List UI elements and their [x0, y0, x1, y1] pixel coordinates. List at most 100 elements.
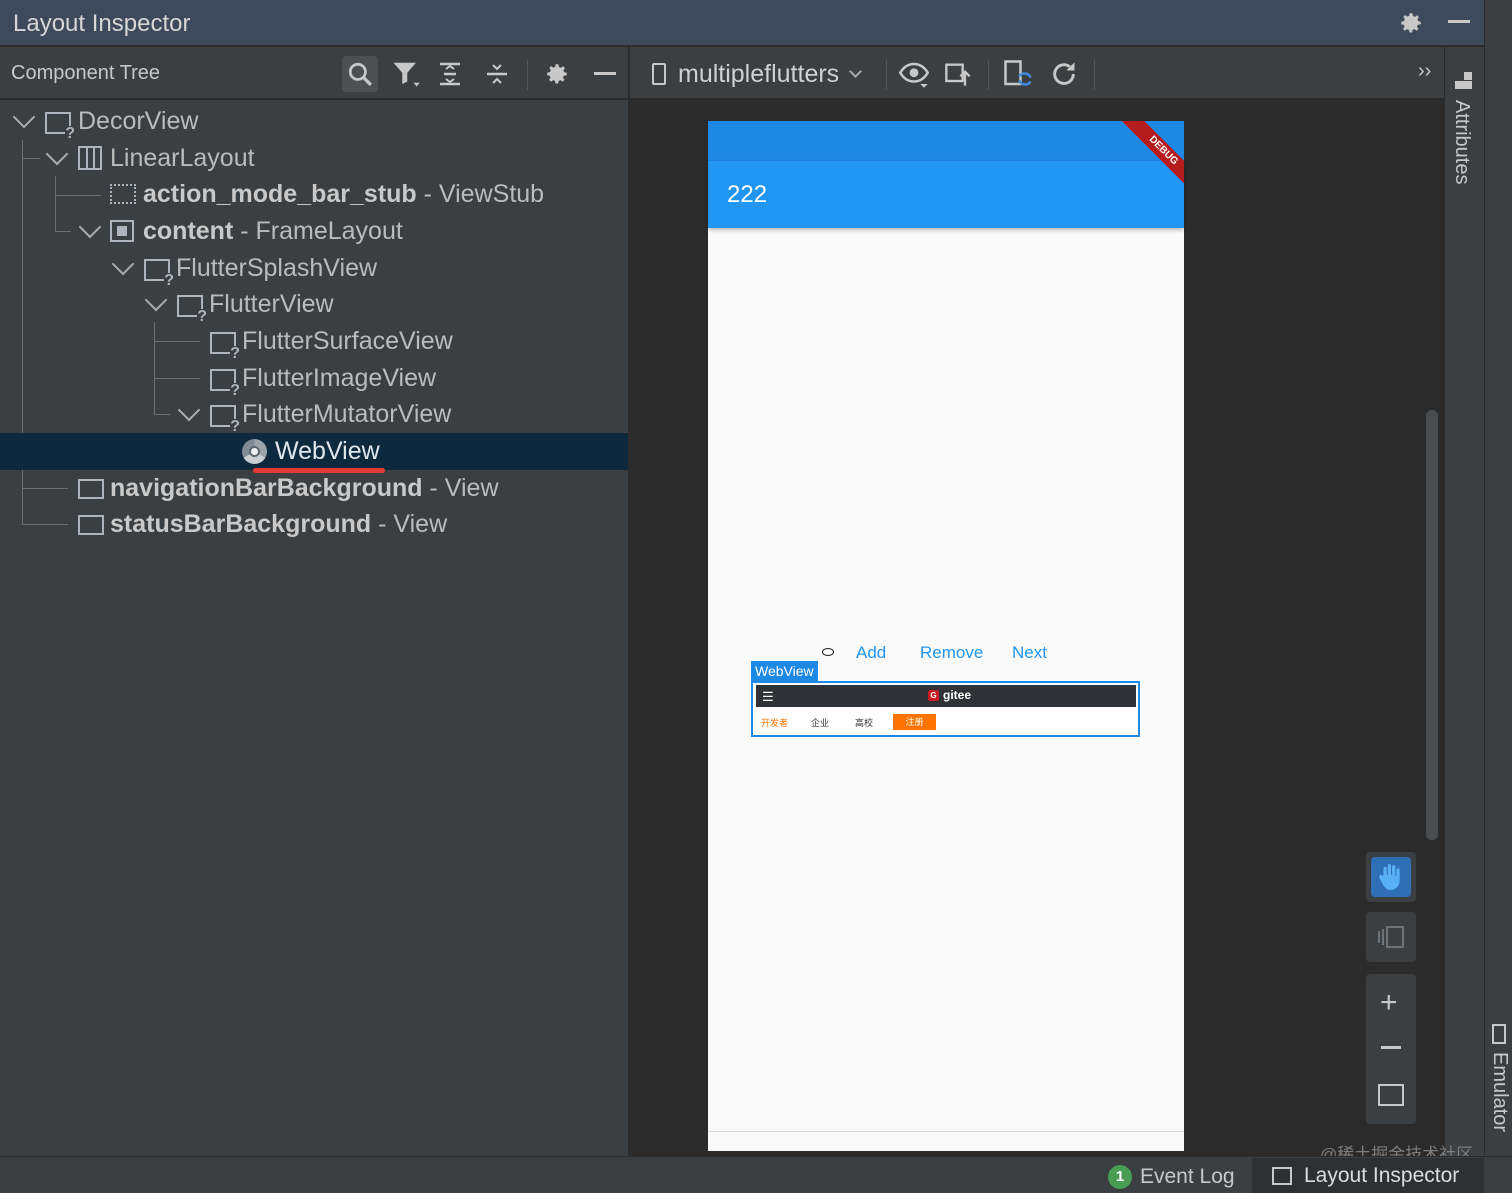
webview-signup-button[interactable]: 注册 [893, 714, 936, 730]
attributes-tab[interactable]: Attributes [1450, 100, 1473, 184]
webview-nav-school[interactable]: 高校 [855, 716, 873, 729]
tree-node-name: FlutterSplashView [176, 254, 378, 282]
minimize-icon[interactable] [1448, 20, 1470, 23]
search-icon[interactable] [342, 56, 378, 92]
gitee-logo-icon: G [928, 690, 939, 701]
emulator-icon[interactable] [1492, 1024, 1506, 1044]
collapse-all-icon[interactable] [479, 56, 515, 92]
pan-button[interactable] [1366, 852, 1416, 902]
remove-button[interactable]: Remove [920, 643, 983, 663]
layout-inspector-icon [1272, 1166, 1292, 1185]
zoom-out-icon[interactable] [1381, 1046, 1401, 1049]
edge-tool-strip [1484, 0, 1512, 1156]
layers-button[interactable] [1366, 912, 1416, 962]
debug-banner-label: DEBUG [1118, 121, 1184, 191]
tree-node-name: statusBarBackground [110, 510, 372, 538]
webview-header: ☰ G gitee [756, 685, 1136, 707]
chevron-down-icon[interactable] [111, 252, 135, 276]
tree-node-name: navigationBarBackground [110, 474, 423, 502]
title-bar: Layout Inspector [0, 0, 1484, 46]
tree-row-content[interactable]: content - FrameLayout [0, 213, 628, 250]
tree-row-flutterview[interactable]: FlutterView [0, 286, 628, 325]
tree-node-name: WebView [275, 437, 380, 465]
tree-node-name: action_mode_bar_stub [143, 180, 417, 208]
add-button[interactable]: Add [856, 643, 886, 663]
chevron-down-icon [849, 64, 863, 78]
view-unknown-icon [177, 295, 208, 325]
toolbar-separator [886, 60, 887, 90]
device-screen[interactable]: 222 DEBUG Add Remove Next WebView ☰ G gi… [708, 121, 1184, 1151]
tree-node-text: navigationBarBackground - View [110, 474, 499, 503]
tree-node-type: View [393, 510, 448, 538]
chevron-down-icon[interactable] [45, 142, 69, 166]
event-log-tab[interactable]: 1 Event Log [1108, 1164, 1235, 1190]
webview-nav-enterprise[interactable]: 企业 [811, 716, 829, 729]
tree-node-type: ViewStub [438, 180, 545, 208]
right-tool-strip [1444, 47, 1484, 1156]
eye-icon[interactable] [896, 56, 932, 92]
gear-icon[interactable] [539, 56, 575, 92]
process-selector[interactable]: multipleflutters [678, 58, 863, 90]
menu-icon[interactable]: ☰ [762, 689, 774, 705]
event-log-label: Event Log [1140, 1165, 1235, 1188]
tree-row-fluttersurfaceview[interactable]: FlutterSurfaceView [0, 323, 628, 362]
device-icon [652, 63, 666, 85]
tree-row-action-mode-bar-stub[interactable]: action_mode_bar_stub - ViewStub [0, 176, 628, 213]
next-button[interactable]: Next [1012, 643, 1047, 663]
toolbar-separator [1094, 60, 1095, 90]
tree-node-name: content [143, 217, 234, 245]
view-icon [78, 479, 104, 499]
chrome-icon [242, 439, 267, 464]
webview-tag: WebView [751, 661, 818, 681]
attributes-icon[interactable] [1455, 72, 1473, 90]
webview-frame[interactable]: ☰ G gitee 开发者 企业 高校 注册 [751, 681, 1140, 737]
tree-row-fluttersplashview[interactable]: FlutterSplashView [0, 250, 628, 289]
layout-inspector-tab[interactable]: Layout Inspector [1252, 1158, 1484, 1193]
expand-all-icon[interactable] [432, 56, 468, 92]
process-label: multipleflutters [678, 59, 840, 88]
settings-icon[interactable] [1398, 10, 1424, 36]
tree-node-name: FlutterMutatorView [242, 400, 452, 428]
chevron-down-icon[interactable] [177, 398, 201, 422]
zoom-in-icon[interactable]: + [1380, 986, 1398, 1020]
chevron-down-icon[interactable] [12, 105, 36, 129]
fit-screen-icon[interactable] [1378, 1084, 1404, 1106]
toolbar-separator [988, 60, 989, 90]
layout-inspector-label: Layout Inspector [1304, 1163, 1460, 1187]
window-title: Layout Inspector [13, 10, 191, 37]
chevron-down-icon[interactable] [144, 288, 168, 312]
view-unknown-icon [210, 369, 241, 399]
tree-node-sep: - [371, 510, 394, 538]
debug-banner: DEBUG [708, 121, 1184, 191]
gitee-brand: gitee [943, 688, 972, 702]
hand-icon [1371, 857, 1411, 897]
snapshot-icon[interactable] [940, 56, 976, 92]
more-icon[interactable]: ›› [1418, 60, 1431, 83]
view-unknown-icon [144, 259, 175, 289]
tree-row-fluttermutatorview[interactable]: FlutterMutatorView [0, 396, 628, 435]
filter-icon[interactable] [388, 56, 424, 92]
canvas-scrollbar[interactable] [1426, 410, 1438, 840]
view-unknown-icon [45, 112, 76, 142]
tree-row-linearlayout[interactable]: LinearLayout [0, 140, 628, 177]
hide-panel-icon[interactable] [594, 72, 616, 75]
live-updates-icon[interactable] [1000, 56, 1036, 92]
tree-node-name: FlutterImageView [242, 364, 437, 392]
refresh-icon[interactable] [1046, 56, 1082, 92]
emulator-tab[interactable]: Emulator [1488, 1052, 1511, 1132]
event-log-count: 1 [1108, 1165, 1132, 1189]
toolbar-separator [527, 60, 528, 90]
tree-node-sep: - [233, 217, 256, 245]
tree-row-statusbarbackground[interactable]: statusBarBackground - View [0, 506, 628, 543]
chevron-down-icon[interactable] [78, 215, 102, 239]
device-bottom-divider [708, 1131, 1184, 1132]
component-tree-label: Component Tree [11, 62, 160, 84]
tree-row-webview[interactable]: WebView [0, 433, 628, 470]
tree-node-name: FlutterSurfaceView [242, 327, 453, 355]
webview-nav-developer[interactable]: 开发者 [761, 716, 788, 729]
tree-row-navigationbarbackground[interactable]: navigationBarBackground - View [0, 470, 628, 507]
tree-row-flutterimageview[interactable]: FlutterImageView [0, 360, 628, 399]
tree-row-decorview[interactable]: DecorView [0, 103, 628, 142]
tree-node-sep: - [422, 474, 445, 502]
tree-node-text: action_mode_bar_stub - ViewStub [143, 180, 544, 209]
